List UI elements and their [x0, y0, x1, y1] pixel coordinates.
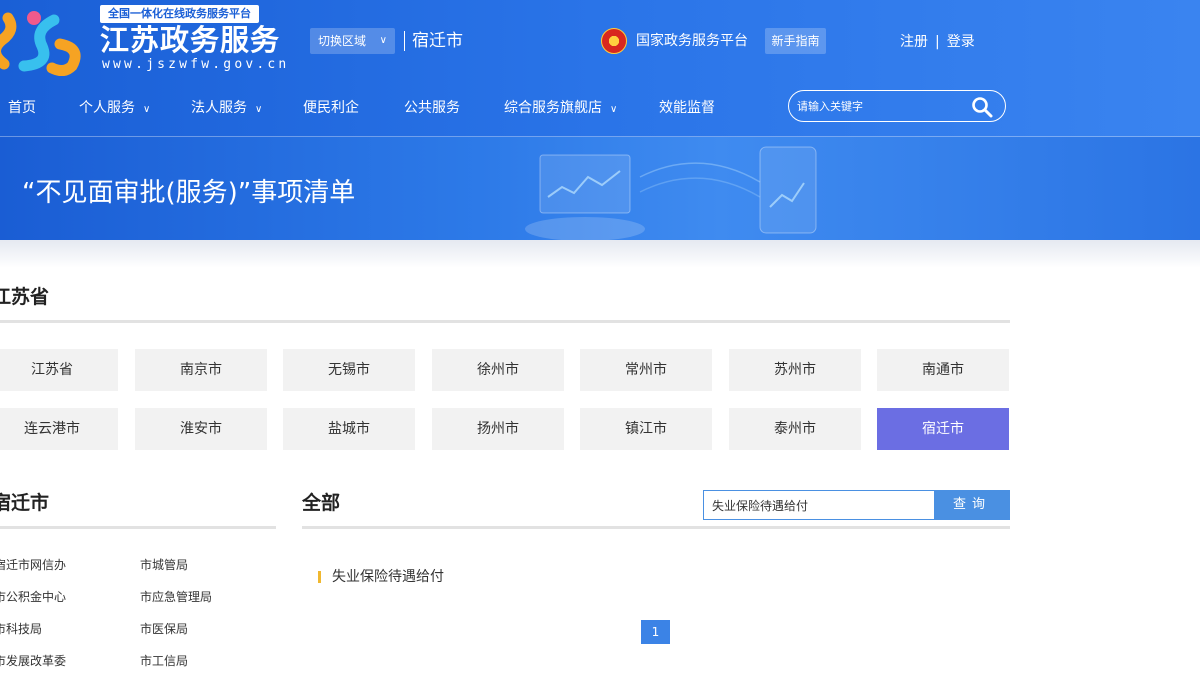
- result-marker: [318, 571, 321, 583]
- department-divider: [0, 526, 276, 529]
- department-link[interactable]: 宿迁市网信办: [0, 557, 66, 573]
- nav-item-label: 便民利企: [303, 100, 359, 116]
- department-title: 宿迁市: [0, 492, 50, 514]
- chevron-down-icon: ∨: [255, 104, 263, 115]
- nav-item-label: 效能监督: [659, 100, 715, 116]
- city-tab[interactable]: 江苏省: [0, 349, 118, 391]
- platform-tag: 全国一体化在线政务服务平台: [100, 5, 259, 23]
- auth-links: 注册 | 登录: [900, 32, 975, 52]
- page-title: “不见面审批(服务)”事项清单: [22, 178, 356, 208]
- city-tab[interactable]: 苏州市: [729, 349, 861, 391]
- result-item[interactable]: 失业保险待遇给付: [332, 567, 444, 587]
- nav-item-public[interactable]: 公共服务: [404, 94, 460, 122]
- department-link[interactable]: 市科技局: [0, 621, 42, 637]
- city-tab[interactable]: 无锡市: [283, 349, 415, 391]
- city-tab[interactable]: 盐城市: [283, 408, 415, 450]
- query-button[interactable]: 查询: [934, 490, 1010, 520]
- register-link[interactable]: 注册: [900, 32, 928, 52]
- nav-item-label: 法人服务: [191, 100, 247, 116]
- results-divider: [302, 526, 1010, 529]
- chevron-down-icon: ∨: [379, 35, 387, 46]
- site-header: 全国一体化在线政务服务平台 江苏政务服务 www.jszwfw.gov.cn 切…: [0, 0, 1200, 137]
- nav-item-corporate[interactable]: 法人服务 ∨: [191, 94, 262, 124]
- department-link[interactable]: 市公积金中心: [0, 589, 66, 605]
- city-tab[interactable]: 南京市: [135, 349, 267, 391]
- nav-item-flagship[interactable]: 综合服务旗舰店 ∨: [504, 94, 617, 124]
- site-logo-icon[interactable]: [0, 4, 86, 76]
- auth-separator: |: [935, 34, 940, 50]
- nav-item-label: 公共服务: [404, 100, 460, 116]
- city-tab[interactable]: 淮安市: [135, 408, 267, 450]
- nav-item-label: 个人服务: [79, 100, 135, 116]
- city-tab-active[interactable]: 宿迁市: [877, 408, 1009, 450]
- city-tab[interactable]: 常州市: [580, 349, 712, 391]
- city-tab[interactable]: 扬州市: [432, 408, 564, 450]
- guide-button[interactable]: 新手指南: [765, 28, 826, 54]
- nav-item-supervision[interactable]: 效能监督: [659, 94, 715, 122]
- banner-illustration: [525, 146, 817, 240]
- nav-item-home[interactable]: 首页: [8, 94, 36, 122]
- gov-platform-link[interactable]: 国家政务服务平台: [636, 31, 748, 51]
- nav-item-convenience[interactable]: 便民利企: [303, 94, 359, 122]
- chevron-down-icon: ∨: [610, 104, 618, 115]
- site-search: [788, 90, 1006, 122]
- search-icon[interactable]: [971, 96, 993, 118]
- city-tab[interactable]: 徐州市: [432, 349, 564, 391]
- department-link[interactable]: 市城管局: [140, 557, 188, 573]
- department-link[interactable]: 市发展改革委: [0, 653, 66, 669]
- national-emblem-icon: [601, 28, 627, 54]
- region-switch-button[interactable]: 切换区域 ∨: [310, 28, 395, 54]
- chevron-down-icon: ∨: [143, 104, 151, 115]
- site-search-input[interactable]: [797, 97, 967, 115]
- region-divider: [404, 31, 405, 51]
- city-tab[interactable]: 泰州市: [729, 408, 861, 450]
- province-divider: [0, 320, 1010, 323]
- site-title[interactable]: 江苏政务服务: [100, 22, 280, 58]
- department-link[interactable]: 市工信局: [140, 653, 188, 669]
- banner-shadow: [0, 240, 1200, 268]
- city-tab[interactable]: 连云港市: [0, 408, 118, 450]
- site-url: www.jszwfw.gov.cn: [102, 57, 290, 72]
- nav-item-label: 综合服务旗舰店: [504, 100, 602, 116]
- nav-item-personal[interactable]: 个人服务 ∨: [79, 94, 150, 124]
- pagination-page[interactable]: 1: [641, 620, 670, 644]
- province-title: 江苏省: [0, 286, 50, 308]
- login-link[interactable]: 登录: [947, 32, 975, 52]
- current-region: 宿迁市: [412, 31, 463, 51]
- department-link[interactable]: 市应急管理局: [140, 589, 212, 605]
- region-switch-label: 切换区域: [318, 34, 367, 48]
- department-link[interactable]: 市医保局: [140, 621, 188, 637]
- page-banner: “不见面审批(服务)”事项清单: [0, 137, 1200, 240]
- item-search-input[interactable]: [703, 490, 935, 520]
- city-tab[interactable]: 南通市: [877, 349, 1009, 391]
- nav-item-label: 首页: [8, 100, 36, 116]
- city-tab[interactable]: 镇江市: [580, 408, 712, 450]
- results-title: 全部: [302, 492, 341, 514]
